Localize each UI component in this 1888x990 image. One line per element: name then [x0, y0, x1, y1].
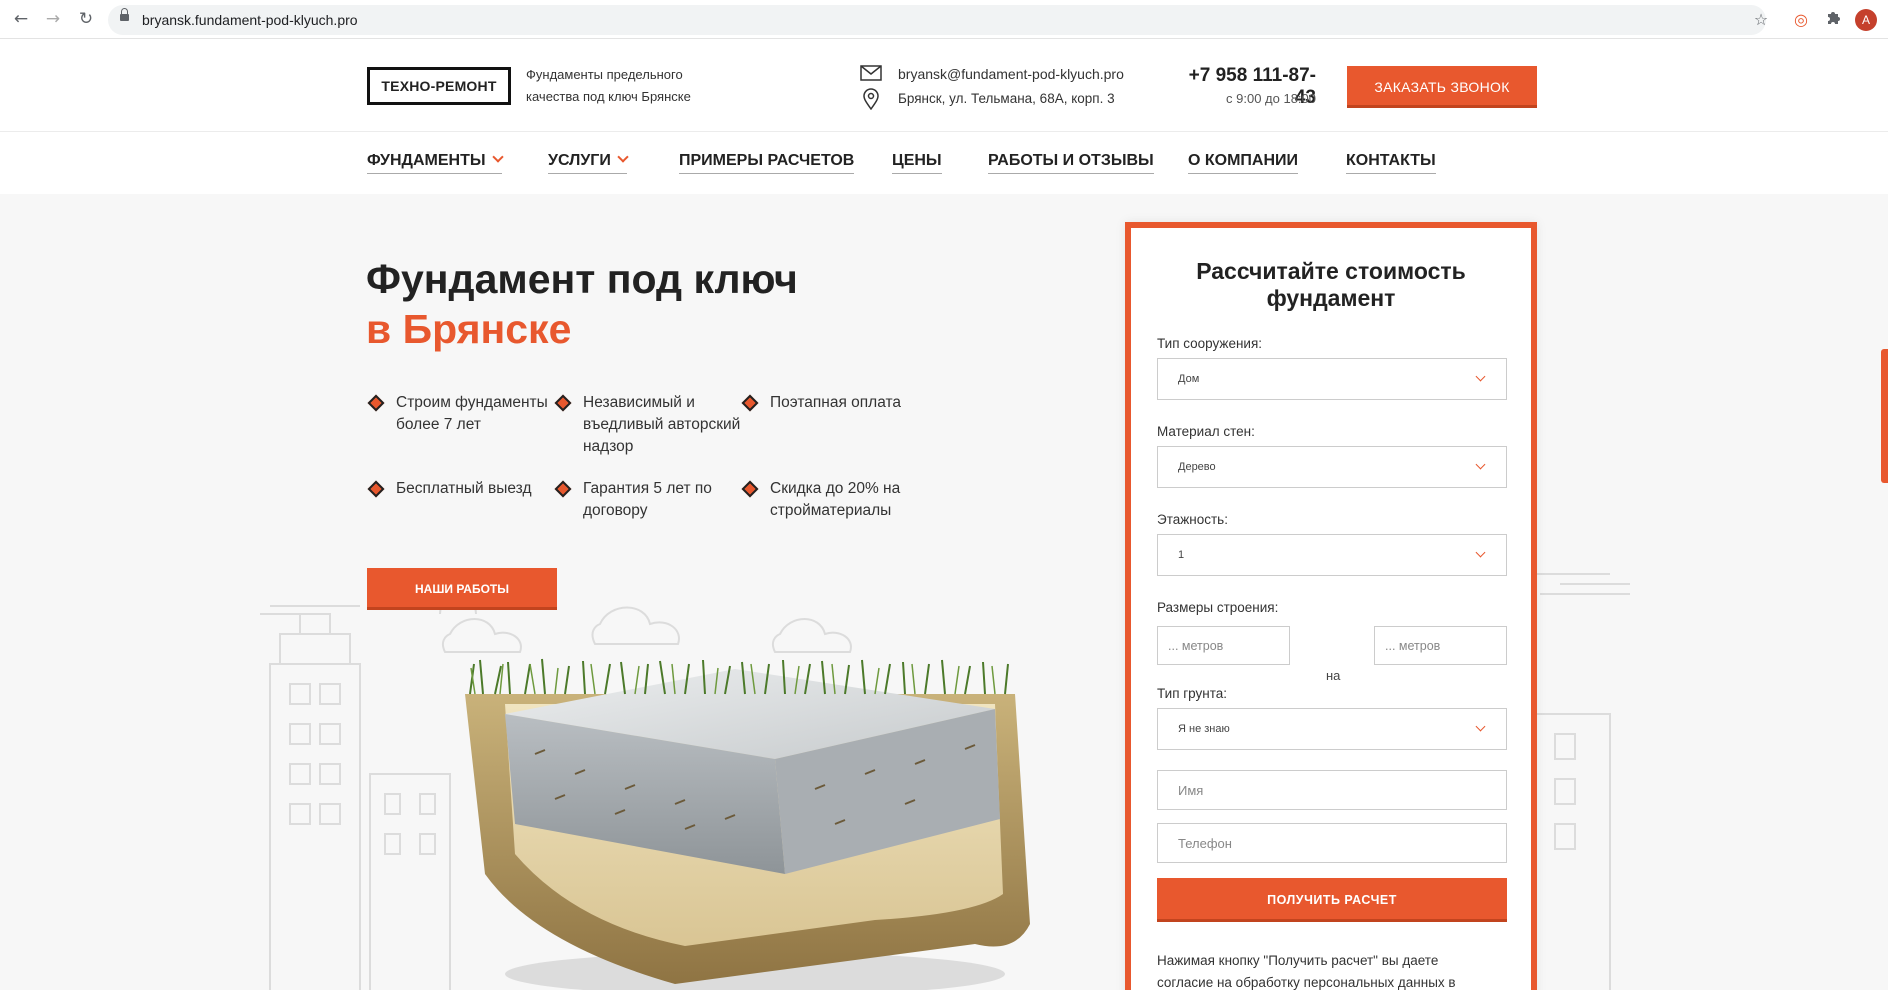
feature-item: Независимый и въедливый авторский надзор	[553, 392, 743, 458]
diamond-bullet-icon	[554, 480, 572, 498]
target-extension-icon[interactable]: ◎	[1790, 9, 1812, 31]
diamond-bullet-icon	[741, 480, 759, 498]
structure-type-label: Тип сооружения:	[1157, 336, 1263, 351]
diamond-bullet-icon	[554, 394, 572, 412]
site-header: ТЕХНО-РЕМОНТ Фундаменты предельного каче…	[0, 39, 1888, 132]
wall-material-label: Материал стен:	[1157, 424, 1255, 439]
star-icon[interactable]: ☆	[1750, 9, 1772, 31]
lock-icon	[120, 8, 129, 23]
name-input[interactable]	[1157, 770, 1507, 810]
size-separator: на	[1326, 668, 1341, 683]
building-size-label: Размеры строения:	[1157, 600, 1279, 615]
nav-item-prices[interactable]: ЦЕНЫ	[892, 152, 942, 174]
soil-type-select[interactable]: Я не знаю	[1157, 708, 1507, 750]
diamond-bullet-icon	[367, 480, 385, 498]
url-text[interactable]: bryansk.fundament-pod-klyuch.pro	[142, 12, 358, 28]
nav-item-works-reviews[interactable]: РАБОТЫ И ОТЗЫВЫ	[988, 152, 1154, 174]
feature-item: Гарантия 5 лет по договору	[553, 478, 743, 522]
main-nav: ФУНДАМЕНТЫ УСЛУГИ ПРИМЕРЫ РАСЧЕТОВ ЦЕНЫ …	[0, 132, 1888, 194]
hero-title: Фундамент под ключ	[366, 256, 798, 302]
hero-title-city: в Брянске	[366, 306, 572, 352]
structure-type-select[interactable]: Дом	[1157, 358, 1507, 400]
side-panel-tab[interactable]	[1881, 349, 1888, 483]
nav-item-examples[interactable]: ПРИМЕРЫ РАСЧЕТОВ	[679, 152, 855, 174]
phone-input[interactable]	[1157, 823, 1507, 863]
hero-section: Фундамент под ключ в Брянске Строим фунд…	[0, 194, 1888, 990]
chevron-down-icon	[491, 151, 504, 163]
reload-icon[interactable]: ↻	[75, 8, 97, 30]
chevron-down-icon	[1475, 721, 1486, 732]
tagline: Фундаменты предельного качества под ключ…	[526, 67, 691, 104]
nav-item-services[interactable]: УСЛУГИ	[548, 151, 629, 174]
chevron-down-icon	[617, 151, 629, 163]
back-arrow-icon[interactable]: ←	[10, 8, 32, 30]
foundation-slab-illustration	[465, 658, 1030, 990]
working-hours: с 9:00 до 18:00	[1226, 91, 1316, 106]
get-estimate-button[interactable]: ПОЛУЧИТЬ РАСЧЕТ	[1157, 878, 1507, 922]
feature-item: Строим фундаменты более 7 лет	[366, 392, 556, 436]
cost-calculator-form: Рассчитайте стоимость фундамент Тип соор…	[1125, 222, 1537, 990]
form-title: Рассчитайте стоимость фундамент	[1196, 258, 1466, 311]
wall-material-select[interactable]: Дерево	[1157, 446, 1507, 488]
chevron-down-icon	[1475, 371, 1486, 382]
feature-item: Скидка до 20% на стройматериалы	[740, 478, 930, 522]
feature-item: Бесплатный выезд	[366, 478, 556, 500]
mail-icon	[860, 65, 882, 86]
our-works-button[interactable]: НАШИ РАБОТЫ	[367, 568, 557, 610]
order-call-button[interactable]: ЗАКАЗАТЬ ЗВОНОК	[1347, 66, 1537, 108]
nav-item-about[interactable]: О КОМПАНИИ	[1188, 152, 1299, 174]
location-pin-icon	[862, 88, 880, 115]
diamond-bullet-icon	[367, 394, 385, 412]
floors-label: Этажность:	[1157, 512, 1228, 527]
email-link[interactable]: bryansk@fundament-pod-klyuch.pro	[898, 66, 1124, 82]
forward-arrow-icon[interactable]: →	[42, 8, 64, 30]
chevron-down-icon	[1475, 547, 1486, 558]
profile-avatar[interactable]: A	[1855, 9, 1877, 31]
floors-select[interactable]: 1	[1157, 534, 1507, 576]
nav-item-foundations[interactable]: ФУНДАМЕНТЫ	[367, 151, 504, 174]
consent-text: Нажимая кнопку "Получить расчет" вы дает…	[1157, 953, 1456, 990]
puzzle-extension-icon[interactable]	[1822, 9, 1844, 31]
chevron-down-icon	[1475, 459, 1486, 470]
feature-item: Поэтапная оплата	[740, 392, 930, 414]
nav-item-contacts[interactable]: КОНТАКТЫ	[1346, 152, 1436, 174]
soil-type-label: Тип грунта:	[1157, 686, 1228, 701]
site-logo[interactable]: ТЕХНО-РЕМОНТ	[367, 67, 511, 105]
length-input[interactable]	[1157, 626, 1290, 665]
browser-toolbar: ← → ↻ bryansk.fundament-pod-klyuch.pro ☆…	[0, 0, 1888, 39]
diamond-bullet-icon	[741, 394, 759, 412]
width-input[interactable]	[1374, 626, 1507, 665]
address-text: Брянск, ул. Тельмана, 68А, корп. 3	[898, 91, 1115, 106]
